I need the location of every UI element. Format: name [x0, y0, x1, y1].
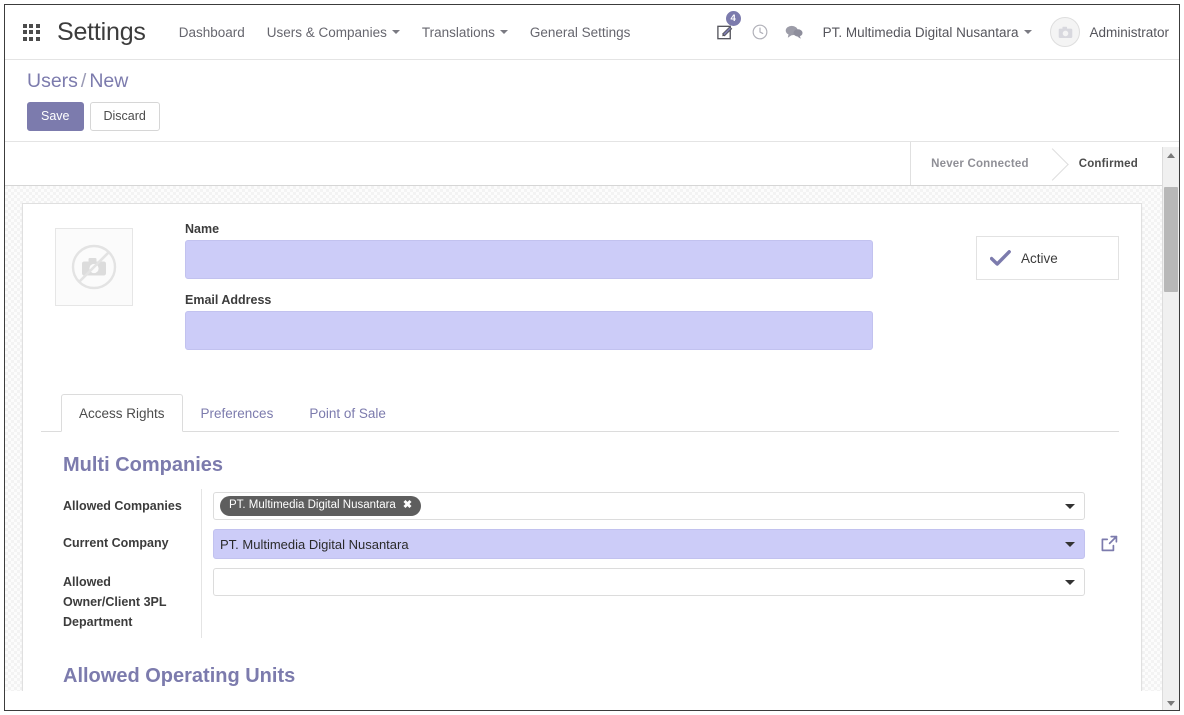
email-input[interactable] [185, 311, 873, 350]
external-link-icon[interactable] [1099, 534, 1119, 554]
notebook: Access Rights Preferences Point of Sale … [41, 393, 1119, 691]
user-avatar-placeholder-icon [1058, 26, 1073, 38]
row-allowed-companies: Allowed Companies PT. Multimedia Digital… [63, 489, 1119, 526]
vertical-scrollbar-region [1162, 147, 1179, 710]
company-switcher[interactable]: PT. Multimedia Digital Nusantara [811, 25, 1045, 40]
scroll-down-arrow-icon[interactable] [1163, 695, 1179, 710]
navbar-right-group: 4 PT. Multimedia Digital Nusantara Admin… [709, 5, 1179, 60]
label-current-company: Current Company [63, 526, 202, 565]
row-allowed-owner-client: Allowed Owner/Client 3PL Department [63, 565, 1119, 638]
label-allowed-owner-client: Allowed Owner/Client 3PL Department [63, 565, 202, 638]
user-menu[interactable]: Administrator [1044, 17, 1169, 47]
breadcrumb-root[interactable]: Users [27, 70, 78, 92]
active-toggle[interactable]: Active [976, 236, 1119, 280]
scroll-thumb[interactable] [1164, 187, 1178, 292]
email-label: Email Address [185, 293, 272, 307]
menu-users-companies-label: Users & Companies [266, 24, 387, 40]
scroll-down-arrow-glyph [1167, 701, 1175, 706]
statusbar-row: Never Connected Confirmed [5, 142, 1179, 186]
app-title: Settings [57, 17, 146, 46]
form-header-block: Name Email Address Active [41, 222, 1119, 350]
close-icon[interactable]: ✖ [403, 498, 412, 513]
statusbar: Never Connected Confirmed [910, 142, 1162, 185]
check-icon [990, 249, 1011, 266]
external-link-glyph [1101, 535, 1118, 552]
breadcrumb-separator: / [80, 70, 87, 92]
status-step-confirmed[interactable]: Confirmed [1052, 142, 1162, 185]
chat-bubble-icon[interactable] [777, 5, 811, 60]
apps-grid-dots [22, 23, 40, 41]
control-panel: Users / New Save Discard [5, 60, 1179, 142]
tab-access-rights[interactable]: Access Rights [61, 394, 183, 432]
discard-button[interactable]: Discard [89, 102, 160, 131]
scroll-up-arrow-glyph [1167, 153, 1175, 158]
tab-row: Access Rights Preferences Point of Sale [41, 393, 1119, 432]
top-navbar: Settings Dashboard Users & Companies Tra… [5, 5, 1179, 60]
name-email-fields: Name Email Address [185, 222, 875, 350]
chevron-down-icon [1065, 542, 1075, 547]
user-name: Administrator [1089, 24, 1169, 40]
company-tag[interactable]: PT. Multimedia Digital Nusantara ✖ [220, 496, 422, 516]
breadcrumb: Users / New [27, 70, 1179, 93]
name-input[interactable] [185, 240, 873, 279]
tab-preferences[interactable]: Preferences [183, 394, 292, 432]
label-allowed-companies: Allowed Companies [63, 489, 202, 526]
chevron-down-icon [1065, 504, 1075, 509]
no-camera-icon [71, 244, 117, 290]
save-button[interactable]: Save [27, 102, 84, 131]
chevron-down-icon [1024, 29, 1033, 34]
active-label: Active [1021, 250, 1058, 266]
vertical-scrollbar[interactable] [1162, 147, 1179, 710]
form-sheet-area: Name Email Address Active Access Rights … [5, 186, 1179, 691]
group-title-operating-units: Allowed Operating Units [63, 665, 296, 687]
company-tag-label: PT. Multimedia Digital Nusantara [229, 499, 396, 511]
breadcrumb-current: New [89, 70, 129, 92]
allowed-owner-client-select[interactable] [213, 568, 1085, 596]
menu-general-settings-label: General Settings [529, 24, 631, 40]
scroll-up-arrow-icon[interactable] [1163, 147, 1179, 164]
form-sheet: Name Email Address Active Access Rights … [22, 203, 1142, 691]
multi-companies-table: Allowed Companies PT. Multimedia Digital… [63, 489, 1119, 638]
menu-translations-label: Translations [421, 24, 495, 40]
clock-icon[interactable] [743, 5, 777, 60]
menu-dashboard-label: Dashboard [178, 24, 245, 40]
chevron-down-icon [391, 29, 400, 34]
apps-grid-icon[interactable] [5, 5, 57, 60]
current-company-select[interactable]: PT. Multimedia Digital Nusantara [213, 529, 1085, 559]
name-label: Name [185, 222, 220, 236]
activity-badge: 4 [725, 10, 741, 26]
company-switcher-label: PT. Multimedia Digital Nusantara [822, 24, 1019, 40]
tab-point-of-sale[interactable]: Point of Sale [291, 394, 404, 432]
control-current-company: PT. Multimedia Digital Nusantara [213, 529, 1119, 559]
menu-users-companies[interactable]: Users & Companies [256, 5, 411, 60]
menu-dashboard[interactable]: Dashboard [168, 5, 256, 60]
control-allowed-owner-client [213, 568, 1119, 596]
chevron-down-icon [499, 29, 508, 34]
app-window: Settings Dashboard Users & Companies Tra… [4, 4, 1180, 711]
row-current-company: Current Company PT. Multimedia Digital N… [63, 526, 1119, 565]
allowed-companies-select[interactable]: PT. Multimedia Digital Nusantara ✖ [213, 492, 1085, 520]
avatar [1050, 17, 1081, 47]
menu-translations[interactable]: Translations [411, 5, 519, 60]
clock-glyph [752, 24, 768, 40]
current-company-value: PT. Multimedia Digital Nusantara [220, 536, 409, 552]
control-allowed-companies: PT. Multimedia Digital Nusantara ✖ [213, 492, 1119, 520]
menu-general-settings[interactable]: General Settings [519, 5, 642, 60]
chat-bubble-glyph [785, 25, 803, 39]
control-panel-buttons: Save Discard [27, 102, 1179, 131]
group-title-multi-companies: Multi Companies [63, 454, 224, 476]
edit-activity-icon[interactable]: 4 [709, 5, 743, 60]
avatar-upload-box[interactable] [55, 228, 133, 306]
tab-pane-access-rights: Multi Companies Allowed Companies PT. Mu [41, 432, 1119, 691]
status-step-never-connected[interactable]: Never Connected [911, 142, 1053, 185]
chevron-down-icon [1065, 580, 1075, 585]
